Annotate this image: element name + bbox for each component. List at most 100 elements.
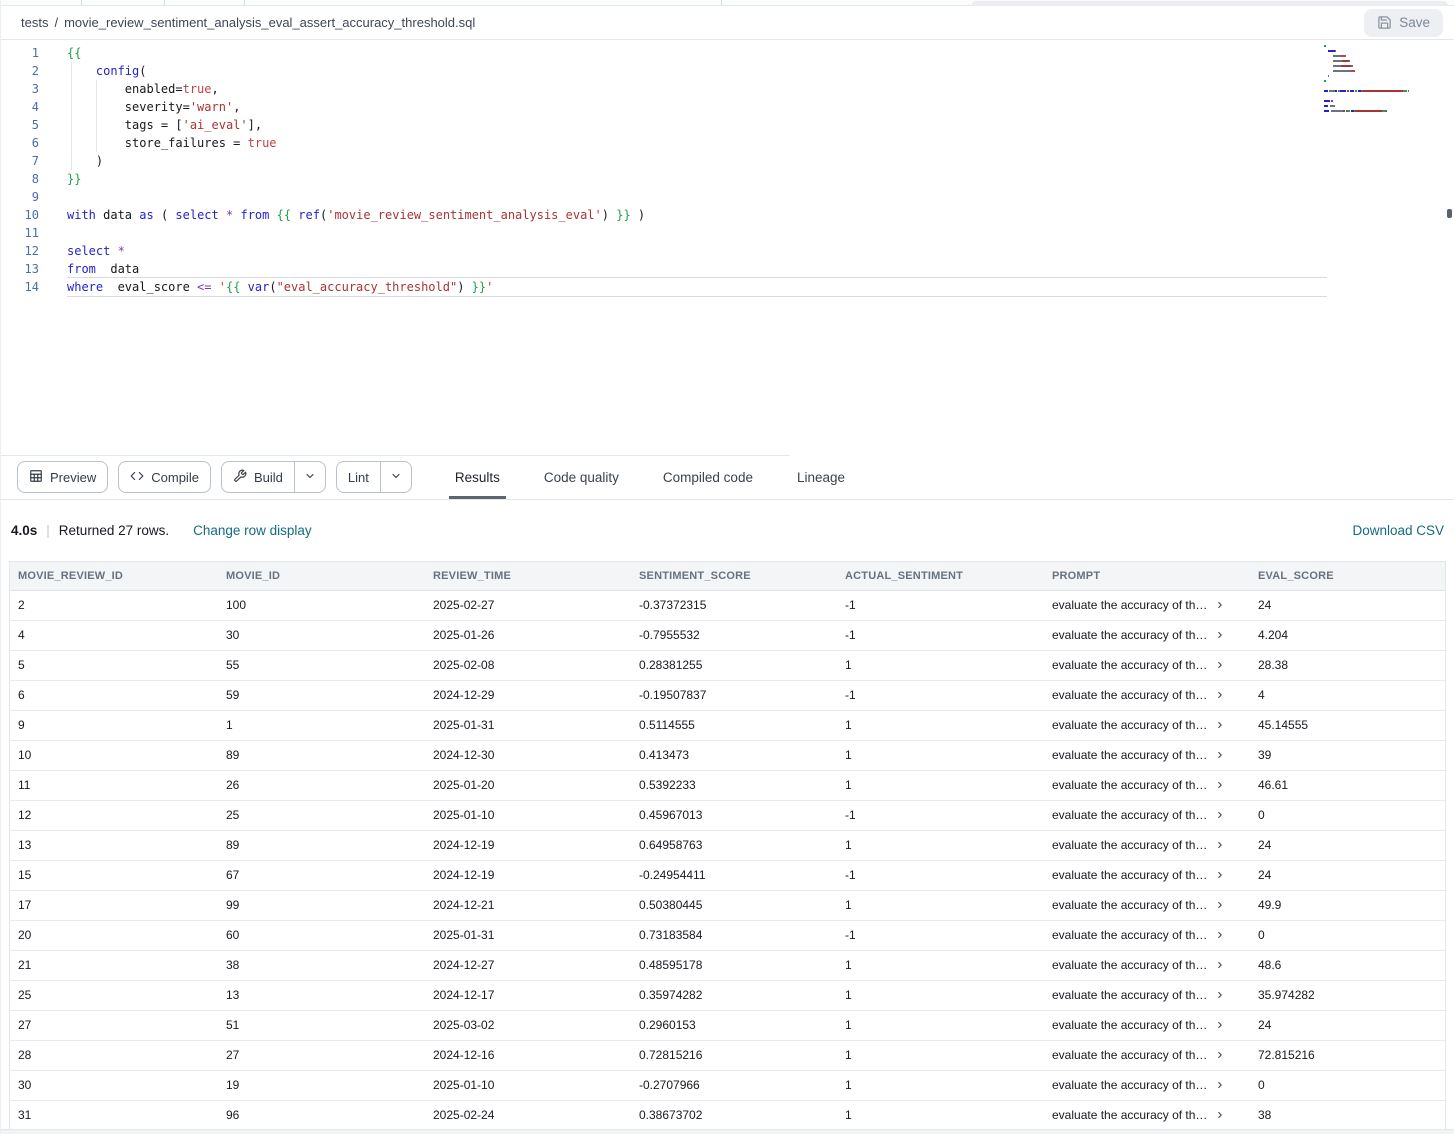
code-line[interactable]: 3 enabled=true, (1, 80, 1454, 98)
download-csv-link[interactable]: Download CSV (1352, 523, 1444, 538)
code-line[interactable]: 4 severity='warn', (1, 98, 1454, 116)
table-cell: 24 (1250, 590, 1445, 620)
chevron-right-icon[interactable] (1215, 750, 1225, 760)
prompt-cell[interactable]: evaluate the accuracy of the res… (1044, 1040, 1250, 1070)
table-cell: 35.974282 (1250, 980, 1445, 1010)
code-line[interactable]: 9 (1, 188, 1454, 206)
breadcrumb-separator: / (54, 15, 58, 30)
prompt-cell[interactable]: evaluate the accuracy of the res… (1044, 1010, 1250, 1040)
tab-code-quality[interactable]: Code quality (522, 455, 641, 499)
table-cell: -1 (837, 860, 1044, 890)
chevron-right-icon[interactable] (1215, 1080, 1225, 1090)
code-line[interactable]: 7 ) (1, 152, 1454, 170)
chevron-right-icon[interactable] (1215, 630, 1225, 640)
prompt-cell[interactable]: evaluate the accuracy of the res… (1044, 920, 1250, 950)
code-line[interactable]: 10with data as ( select * from {{ ref('m… (1, 206, 1454, 224)
table-cell: 0.35974282 (631, 980, 837, 1010)
column-header-eval_score: EVAL_SCORE (1250, 562, 1445, 590)
active-code-line-text: where eval_score <= '{{ var("eval_accura… (67, 278, 1327, 296)
prompt-text: evaluate the accuracy of the res… (1052, 1018, 1209, 1032)
code-line[interactable]: 11 (1, 224, 1454, 242)
code-editor[interactable]: 1{{2 config(3 enabled=true,4 severity='w… (1, 40, 1454, 455)
prompt-cell[interactable]: evaluate the accuracy of the res… (1044, 590, 1250, 620)
chevron-right-icon[interactable] (1215, 600, 1225, 610)
prompt-text: evaluate the accuracy of the res… (1052, 1048, 1209, 1062)
table-cell: 13 (218, 980, 425, 1010)
prompt-cell[interactable]: evaluate the accuracy of the res… (1044, 740, 1250, 770)
prompt-cell[interactable]: evaluate the accuracy of the res… (1044, 710, 1250, 740)
table-row: 27512025-03-020.29601531evaluate the acc… (10, 1010, 1445, 1040)
table-cell: 2025-01-10 (425, 1070, 631, 1100)
table-row: 17992024-12-210.503804451evaluate the ac… (10, 890, 1445, 920)
prompt-cell[interactable]: evaluate the accuracy of the res… (1044, 980, 1250, 1010)
prompt-text: evaluate the accuracy of the res… (1052, 838, 1209, 852)
chevron-right-icon[interactable] (1215, 690, 1225, 700)
code-line[interactable]: 13from data (1, 260, 1454, 278)
scrollbar-thumb[interactable] (1447, 209, 1452, 218)
save-button[interactable]: Save (1364, 9, 1443, 37)
code-line-text: from data (67, 260, 139, 278)
tab-results[interactable]: Results (433, 455, 522, 499)
table-cell: 12 (10, 800, 218, 830)
prompt-cell[interactable]: evaluate the accuracy of the res… (1044, 1070, 1250, 1100)
line-number: 11 (1, 224, 39, 242)
chevron-right-icon[interactable] (1215, 720, 1225, 730)
code-line[interactable]: 8}} (1, 170, 1454, 188)
preview-button-label: Preview (50, 470, 96, 485)
table-cell: 2024-12-27 (425, 950, 631, 980)
tab-compiled-code[interactable]: Compiled code (641, 455, 775, 499)
prompt-cell[interactable]: evaluate the accuracy of the res… (1044, 650, 1250, 680)
code-line[interactable]: 5 tags = ['ai_eval'], (1, 116, 1454, 134)
build-button[interactable]: Build (222, 462, 294, 492)
chevron-right-icon[interactable] (1215, 1110, 1225, 1120)
code-line[interactable]: 12select * (1, 242, 1454, 260)
code-line[interactable]: 14where eval_score <= '{{ var("eval_accu… (1, 278, 1454, 296)
horizontal-scrollbar-track[interactable] (1, 1129, 1454, 1134)
lint-dropdown-toggle[interactable] (381, 462, 411, 492)
table-cell: 6 (10, 680, 218, 710)
tab-lineage[interactable]: Lineage (775, 455, 867, 499)
chevron-right-icon[interactable] (1215, 660, 1225, 670)
line-number: 7 (1, 152, 39, 170)
code-line-text: {{ (67, 44, 81, 62)
compile-button[interactable]: Compile (118, 461, 211, 493)
table-cell: -0.37372315 (631, 590, 837, 620)
chevron-right-icon[interactable] (1215, 960, 1225, 970)
prompt-cell[interactable]: evaluate the accuracy of the res… (1044, 890, 1250, 920)
query-status-bar: 4.0s | Returned 27 rows. Change row disp… (1, 500, 1454, 561)
chevron-right-icon[interactable] (1215, 930, 1225, 940)
table-row: 12252025-01-100.45967013-1evaluate the a… (10, 800, 1445, 830)
table-cell: 0.2960153 (631, 1010, 837, 1040)
prompt-cell[interactable]: evaluate the accuracy of the res… (1044, 860, 1250, 890)
prompt-cell[interactable]: evaluate the accuracy of the res… (1044, 680, 1250, 710)
table-cell: 51 (218, 1010, 425, 1040)
prompt-cell[interactable]: evaluate the accuracy of the res… (1044, 950, 1250, 980)
chevron-right-icon[interactable] (1215, 900, 1225, 910)
chevron-right-icon[interactable] (1215, 990, 1225, 1000)
editor-scrollbar[interactable] (1446, 40, 1453, 455)
table-cell: 67 (218, 860, 425, 890)
prompt-cell[interactable]: evaluate the accuracy of the res… (1044, 830, 1250, 860)
chevron-right-icon[interactable] (1215, 1020, 1225, 1030)
build-dropdown-toggle[interactable] (295, 462, 325, 492)
preview-button[interactable]: Preview (17, 461, 108, 493)
chevron-right-icon[interactable] (1215, 780, 1225, 790)
change-row-display-link[interactable]: Change row display (193, 523, 312, 538)
column-header-sentiment_score: SENTIMENT_SCORE (631, 562, 837, 590)
minimap[interactable] (1324, 45, 1442, 115)
code-line[interactable]: 2 config( (1, 62, 1454, 80)
lint-button[interactable]: Lint (337, 462, 380, 492)
prompt-cell[interactable]: evaluate the accuracy of the res… (1044, 1100, 1250, 1129)
build-button-label: Build (254, 470, 283, 485)
chevron-right-icon[interactable] (1215, 840, 1225, 850)
prompt-cell[interactable]: evaluate the accuracy of the res… (1044, 770, 1250, 800)
table-cell: 0 (1250, 920, 1445, 950)
chevron-right-icon[interactable] (1215, 810, 1225, 820)
chevron-right-icon[interactable] (1215, 870, 1225, 880)
table-cell: 2025-01-26 (425, 620, 631, 650)
prompt-cell[interactable]: evaluate the accuracy of the res… (1044, 800, 1250, 830)
code-line[interactable]: 1{{ (1, 44, 1454, 62)
prompt-cell[interactable]: evaluate the accuracy of the res… (1044, 620, 1250, 650)
code-line[interactable]: 6 store_failures = true (1, 134, 1454, 152)
chevron-right-icon[interactable] (1215, 1050, 1225, 1060)
